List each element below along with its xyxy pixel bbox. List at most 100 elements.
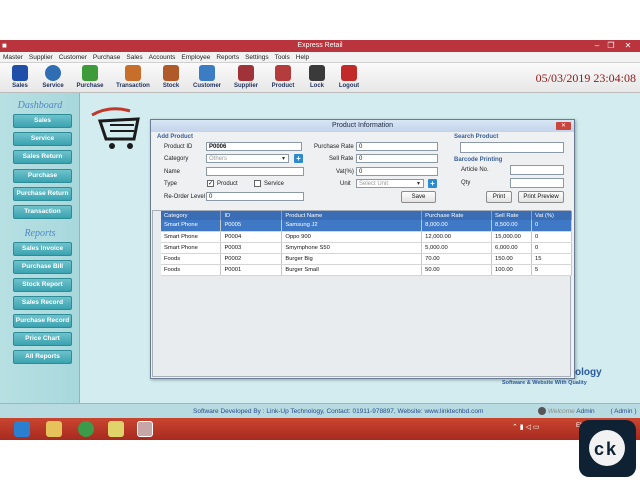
toolbar-purchase-button[interactable]: Purchase — [72, 65, 108, 93]
developer-info: Software Developed By : Link-Up Technolo… — [193, 408, 484, 415]
toolbar-transaction-button[interactable]: Transaction — [114, 65, 152, 93]
sidebar-transaction-button[interactable]: Transaction — [13, 205, 72, 219]
menu-employee[interactable]: Employee — [178, 52, 213, 63]
cell-vat: 15 — [531, 253, 572, 265]
menu-reports[interactable]: Reports — [213, 52, 242, 63]
menu-sales[interactable]: Sales — [123, 52, 145, 63]
sidebar-all-reports-button[interactable]: All Reports — [13, 350, 72, 364]
toolbar-product-button[interactable]: Product — [265, 65, 301, 93]
col-product-name[interactable]: Product Name — [281, 211, 423, 220]
menu-accounts[interactable]: Accounts — [146, 52, 179, 63]
sidebar-purchase-return-button[interactable]: Purchase Return — [13, 187, 72, 201]
sidebar-service-button[interactable]: Service — [13, 132, 72, 146]
minimize-icon[interactable]: – — [590, 40, 604, 52]
type-service-checkbox[interactable] — [254, 180, 261, 187]
sidebar-sales-button[interactable]: Sales — [13, 114, 72, 128]
brand-tail-line1: ology — [575, 367, 602, 378]
sidebar-sales-return-button[interactable]: Sales Return — [13, 150, 72, 164]
chrome-icon[interactable] — [78, 421, 94, 437]
cell-purchase-rate: 50.00 — [421, 264, 493, 276]
cell-category: Foods — [161, 264, 222, 276]
add-unit-button[interactable]: + — [428, 179, 437, 188]
type-product-label: Product — [217, 181, 238, 187]
menu-settings[interactable]: Settings — [242, 52, 272, 63]
sidebar-sales-record-button[interactable]: Sales Record — [13, 296, 72, 310]
cell-product-name: Oppo 900 — [281, 231, 423, 243]
sidebar-purchase-record-button[interactable]: Purchase Record — [13, 314, 72, 328]
menu-purchase[interactable]: Purchase — [90, 52, 123, 63]
browser-ie-icon[interactable] — [14, 421, 30, 437]
menu-master[interactable]: Master — [0, 52, 26, 63]
purchase-rate-label: Purchase Rate — [314, 144, 354, 150]
sidebar: Dashboard Sales Service Sales Return Pur… — [0, 93, 80, 403]
menu-bar: Master Supplier Customer Purchase Sales Accou… — [0, 52, 640, 63]
toolbar-lock-button[interactable]: Lock — [299, 65, 335, 93]
purchase-rate-field[interactable]: 0 — [356, 142, 438, 151]
type-product-checkbox[interactable]: ✓ — [207, 180, 214, 187]
col-id[interactable]: ID — [220, 211, 283, 220]
table-row[interactable]: Foods P0001 Burger Small 50.00 100.00 5 — [161, 264, 572, 276]
user-role: ( Admin ) — [610, 408, 637, 415]
cell-id: P0005 — [220, 220, 283, 232]
table-row[interactable]: Foods P0002 Burger Big 70.00 150.00 15 — [161, 253, 572, 265]
name-field[interactable] — [206, 167, 304, 176]
article-no-field[interactable] — [510, 165, 564, 175]
sidebar-stock-report-button[interactable]: Stock Report — [13, 278, 72, 292]
col-sell-rate[interactable]: Sell Rate — [491, 211, 533, 220]
search-product-field[interactable] — [460, 142, 564, 153]
cell-purchase-rate: 5,000.00 — [421, 242, 493, 254]
table-row[interactable]: Smart Phone P0004 Oppo 900 12,000.00 15,… — [161, 231, 572, 243]
express-retail-taskbar-icon[interactable] — [137, 421, 153, 437]
tray-icons: ⌃ ▮ ◁ ▭ — [512, 424, 540, 431]
category-select[interactable]: Others — [206, 154, 289, 163]
cell-vat: 0 — [531, 231, 572, 243]
bottom-margin — [0, 440, 640, 480]
cell-category: Foods — [161, 253, 222, 265]
notes-icon[interactable] — [108, 421, 124, 437]
menu-supplier[interactable]: Supplier — [26, 52, 56, 63]
unit-select[interactable]: Select Unit — [356, 179, 424, 188]
sidebar-price-chart-button[interactable]: Price Chart — [13, 332, 72, 346]
menu-help[interactable]: Help — [293, 52, 312, 63]
toolbar-customer-label: Customer — [192, 83, 221, 89]
print-preview-button[interactable]: Print Preview — [518, 191, 564, 203]
col-category[interactable]: Category — [161, 211, 222, 220]
svg-text:k: k — [606, 439, 617, 459]
close-icon[interactable]: ✕ — [621, 40, 635, 52]
menu-tools[interactable]: Tools — [272, 52, 293, 63]
sell-rate-field[interactable]: 0 — [356, 154, 438, 163]
save-button[interactable]: Save — [401, 191, 436, 203]
table-row[interactable]: Smart Phone P0005 Samsung J2 8,000.00 8,… — [161, 220, 572, 232]
toolbar-stock-button[interactable]: Stock — [153, 65, 189, 93]
col-vat[interactable]: Vat (%) — [531, 211, 572, 220]
cell-sell-rate: 15,000.00 — [491, 231, 533, 243]
toolbar-stock-label: Stock — [162, 83, 180, 89]
sidebar-sales-invoice-button[interactable]: Sales Invoice — [13, 242, 72, 256]
col-purchase-rate[interactable]: Purchase Rate — [421, 211, 493, 220]
menu-customer[interactable]: Customer — [56, 52, 90, 63]
dialog-close-button[interactable]: ✕ — [556, 122, 571, 130]
sidebar-purchase-bill-button[interactable]: Purchase Bill — [13, 260, 72, 274]
toolbar-logout-button[interactable]: Logout — [331, 65, 367, 93]
file-explorer-icon[interactable] — [46, 421, 62, 437]
toolbar-service-button[interactable]: Service — [35, 65, 71, 93]
qty-field[interactable] — [510, 178, 564, 188]
product-id-field[interactable]: P0006 — [206, 142, 302, 151]
user-info: Welcome Admin ( Admin ) — [538, 404, 637, 419]
add-category-button[interactable]: + — [294, 154, 303, 163]
sidebar-purchase-button[interactable]: Purchase — [13, 169, 72, 183]
toolbar-customer-button[interactable]: Customer — [189, 65, 225, 93]
title-bar: ■ Express Retail – ❐ ✕ — [0, 40, 640, 52]
chevron-down-icon: ▾ — [282, 156, 286, 162]
toolbar-transaction-label: Transaction — [116, 83, 150, 89]
toolbar-sales-label: Sales — [12, 83, 28, 89]
maximize-icon[interactable]: ❐ — [604, 40, 618, 52]
toolbar-supplier-button[interactable]: Supplier — [228, 65, 264, 93]
reorder-level-field[interactable]: 0 — [206, 192, 304, 201]
type-label: Type — [164, 181, 178, 187]
table-row[interactable]: Smart Phone P0003 Smymphone S50 5,000.00… — [161, 242, 572, 254]
vat-field[interactable]: 0 — [356, 167, 438, 176]
cart-logo-icon — [91, 107, 140, 149]
print-button[interactable]: Print — [486, 191, 512, 203]
toolbar-sales-button[interactable]: Sales — [2, 65, 38, 93]
